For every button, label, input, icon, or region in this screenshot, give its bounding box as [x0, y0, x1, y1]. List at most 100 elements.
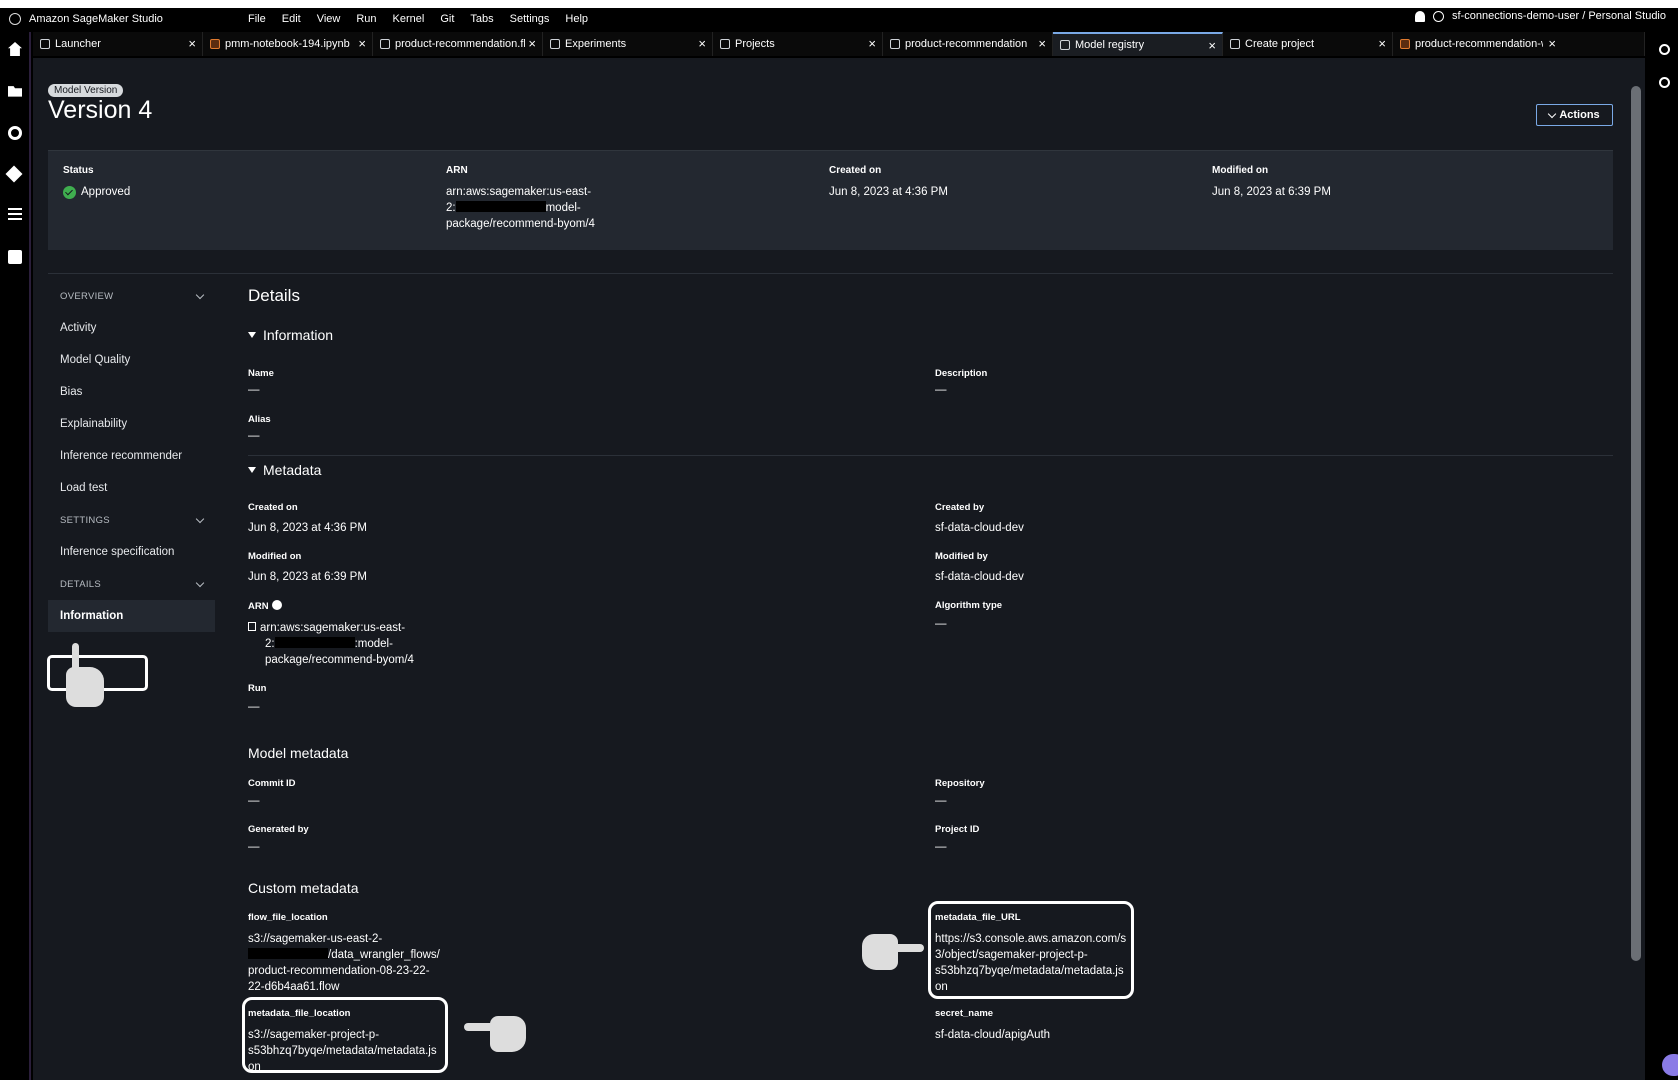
app-name: Amazon SageMaker Studio: [29, 13, 163, 25]
close-icon[interactable]: ×: [188, 36, 196, 51]
field-label: Description: [935, 368, 988, 379]
debugger-icon[interactable]: [1659, 77, 1670, 88]
tab-model-registry[interactable]: Model registry ×: [1053, 32, 1223, 56]
close-icon[interactable]: ×: [1548, 36, 1556, 51]
field-value: —: [248, 795, 260, 807]
nav-item-inference-recommender[interactable]: Inference recommender: [48, 440, 215, 472]
close-icon[interactable]: ×: [1038, 36, 1046, 51]
nav-section-details[interactable]: DETAILS: [48, 568, 215, 600]
close-icon[interactable]: ×: [868, 36, 876, 51]
arn-field-value: arn:aws:sagemaker:us-east- 2::model- pac…: [248, 620, 414, 668]
section-label: SETTINGS: [60, 514, 110, 526]
tab-workflow[interactable]: product-recommendation-workflow ×: [1393, 32, 1645, 56]
tab-label: Model registry: [1075, 39, 1145, 51]
nav-section-settings[interactable]: SETTINGS: [48, 504, 215, 536]
menu-help[interactable]: Help: [557, 13, 596, 25]
close-icon[interactable]: ×: [698, 36, 706, 51]
check-circle-icon: [63, 185, 76, 199]
nav-item-information[interactable]: Information: [48, 600, 215, 632]
nav-item-load-test[interactable]: Load test: [48, 472, 215, 504]
menu-view[interactable]: View: [309, 13, 349, 25]
tab-create-project[interactable]: Create project ×: [1223, 32, 1393, 56]
field-label: Generated by: [248, 824, 309, 835]
close-icon[interactable]: ×: [1208, 38, 1216, 53]
metadata-section-toggle[interactable]: Metadata: [248, 462, 321, 478]
modified-value: Jun 8, 2023 at 6:39 PM: [1212, 186, 1331, 198]
settings-gear-icon[interactable]: [1659, 44, 1670, 55]
bell-icon[interactable]: [1415, 10, 1425, 22]
menu-edit[interactable]: Edit: [274, 13, 309, 25]
user-label[interactable]: sf-connections-demo-user / Personal Stud…: [1452, 10, 1666, 22]
app-title: Amazon SageMaker Studio: [0, 13, 240, 25]
page-title: Version 4: [48, 96, 153, 124]
tab-label: pmm-notebook-194.ipynb: [225, 38, 350, 50]
home-icon[interactable]: [8, 42, 22, 56]
menu-settings[interactable]: Settings: [502, 13, 558, 25]
tab-notebook[interactable]: pmm-notebook-194.ipynb ×: [203, 32, 373, 56]
left-sidebar: [0, 32, 31, 1080]
hand-finger: [890, 944, 924, 952]
field-label: flow_file_location: [248, 912, 328, 923]
nav-item-bias[interactable]: Bias: [48, 376, 215, 408]
menu-file[interactable]: File: [240, 13, 274, 25]
extension-icon[interactable]: [8, 250, 22, 264]
list-icon[interactable]: [8, 208, 22, 222]
arn-suffix: :model-: [354, 638, 393, 650]
divider: [48, 273, 1613, 274]
arn-prefix: 2:: [265, 638, 275, 650]
nav-item-inference-specification[interactable]: Inference specification: [48, 536, 215, 568]
actions-button[interactable]: Actions: [1536, 104, 1613, 126]
registry-icon: [1060, 40, 1070, 50]
nav-item-model-quality[interactable]: Model Quality: [48, 344, 215, 376]
modified-label: Modified on: [1212, 165, 1269, 176]
tab-projects[interactable]: Projects ×: [713, 32, 883, 56]
tab-flow[interactable]: product-recommendation.flow ×: [373, 32, 543, 56]
highlight-box: [928, 901, 1134, 999]
tab-product-recommendation[interactable]: product-recommendation ×: [883, 32, 1053, 56]
field-label: Name: [248, 368, 274, 379]
tab-launcher[interactable]: Launcher ×: [33, 32, 203, 56]
field-label: Commit ID: [248, 778, 296, 789]
field-value: —: [248, 701, 260, 713]
scrollbar[interactable]: [1631, 86, 1641, 961]
custom-metadata-title: Custom metadata: [248, 880, 359, 896]
nav-section-overview[interactable]: OVERVIEW: [48, 280, 215, 312]
arn-line: arn:aws:sagemaker:us-east-: [446, 186, 592, 198]
information-section-toggle[interactable]: Information: [248, 327, 333, 343]
menu-bar: Amazon SageMaker Studio File Edit View R…: [0, 8, 1678, 30]
nav-item-explainability[interactable]: Explainability: [48, 408, 215, 440]
status-badge: Approved: [63, 184, 433, 200]
user-box: sf-connections-demo-user / Personal Stud…: [1415, 10, 1666, 22]
arn-value: arn:aws:sagemaker:us-east- 2: model- pack…: [446, 184, 816, 232]
menu-tabs[interactable]: Tabs: [462, 13, 501, 25]
field-value: Jun 8, 2023 at 4:36 PM: [248, 522, 367, 534]
status-label: Status: [63, 165, 94, 176]
side-navigation: OVERVIEW Activity Model Quality Bias Exp…: [48, 280, 215, 632]
field-label: secret_name: [935, 1008, 994, 1019]
running-icon[interactable]: [8, 126, 22, 140]
launcher-icon: [40, 39, 50, 49]
menu-kernel[interactable]: Kernel: [385, 13, 433, 25]
notebook-icon: [1400, 39, 1410, 49]
menu-git[interactable]: Git: [432, 13, 462, 25]
menu-run[interactable]: Run: [348, 13, 384, 25]
redaction: [248, 948, 328, 959]
tab-experiments[interactable]: Experiments ×: [543, 32, 713, 56]
close-icon[interactable]: ×: [358, 36, 366, 51]
chat-icon[interactable]: [1662, 1054, 1678, 1076]
sagemaker-logo-icon: [9, 13, 21, 25]
summary-panel: Status Approved ARN arn:aws:sagemaker:us…: [48, 150, 1613, 250]
notebook-icon: [210, 39, 220, 49]
field-label: Created on: [248, 502, 298, 513]
menus: File Edit View Run Kernel Git Tabs Setti…: [240, 13, 596, 25]
chevron-down-icon: [195, 290, 205, 299]
nav-item-activity[interactable]: Activity: [48, 312, 215, 344]
tab-label: Experiments: [565, 38, 627, 50]
close-icon[interactable]: ×: [528, 36, 536, 51]
close-icon[interactable]: ×: [1378, 36, 1386, 51]
git-icon[interactable]: [5, 165, 23, 183]
copy-icon[interactable]: [248, 622, 256, 631]
info-icon[interactable]: [271, 600, 282, 610]
folder-icon[interactable]: [8, 86, 22, 97]
highlight-box: [242, 997, 448, 1073]
